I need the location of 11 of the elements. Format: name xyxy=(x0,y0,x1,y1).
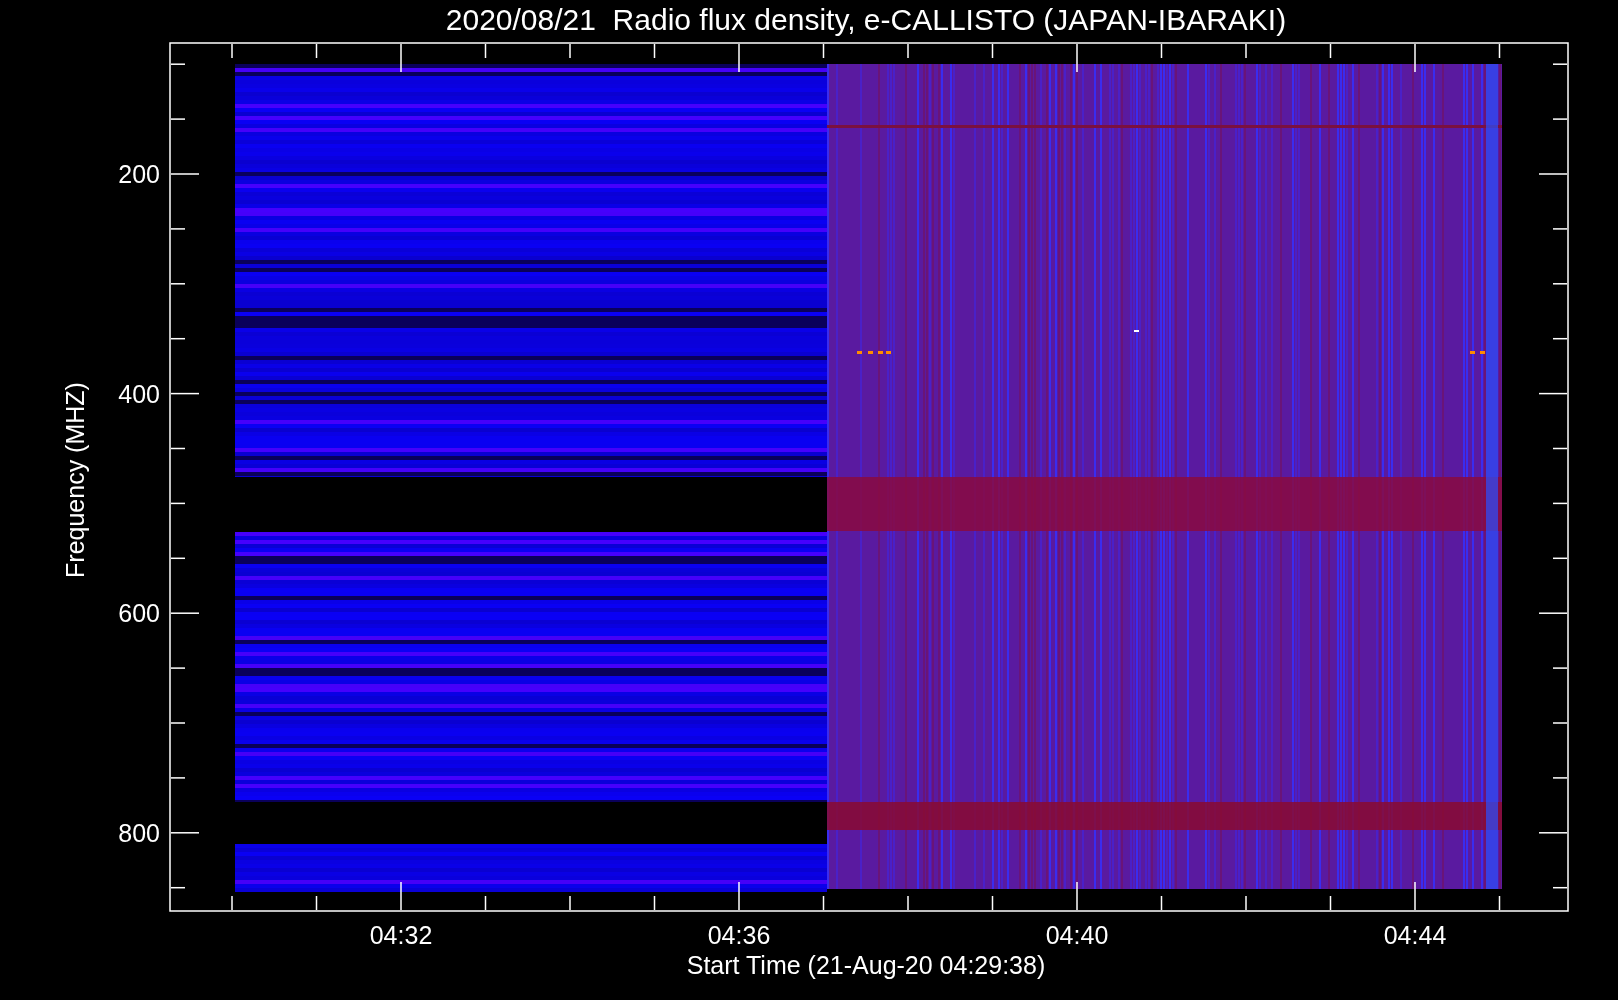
y-tick-label: 400 xyxy=(118,379,160,408)
x-tick-label: 04:44 xyxy=(1383,921,1447,949)
y-tick-label: 200 xyxy=(118,160,160,188)
y-tick-label: 600 xyxy=(118,599,160,628)
plot-title: 2020/08/21 Radio flux density, e-CALLISTO (JAPAN-IBARAKI) xyxy=(445,3,1287,36)
x-tick-label: 04:40 xyxy=(1045,921,1109,949)
x-axis-label: Start Time (21-Aug-20 04:29:38) xyxy=(686,951,1046,979)
x-tick-label: 04:32 xyxy=(369,921,433,949)
y-tick-label: 800 xyxy=(118,818,160,847)
y-axis-label: Frequency (MHZ) xyxy=(61,382,89,578)
x-tick-label: 04:36 xyxy=(707,921,771,949)
